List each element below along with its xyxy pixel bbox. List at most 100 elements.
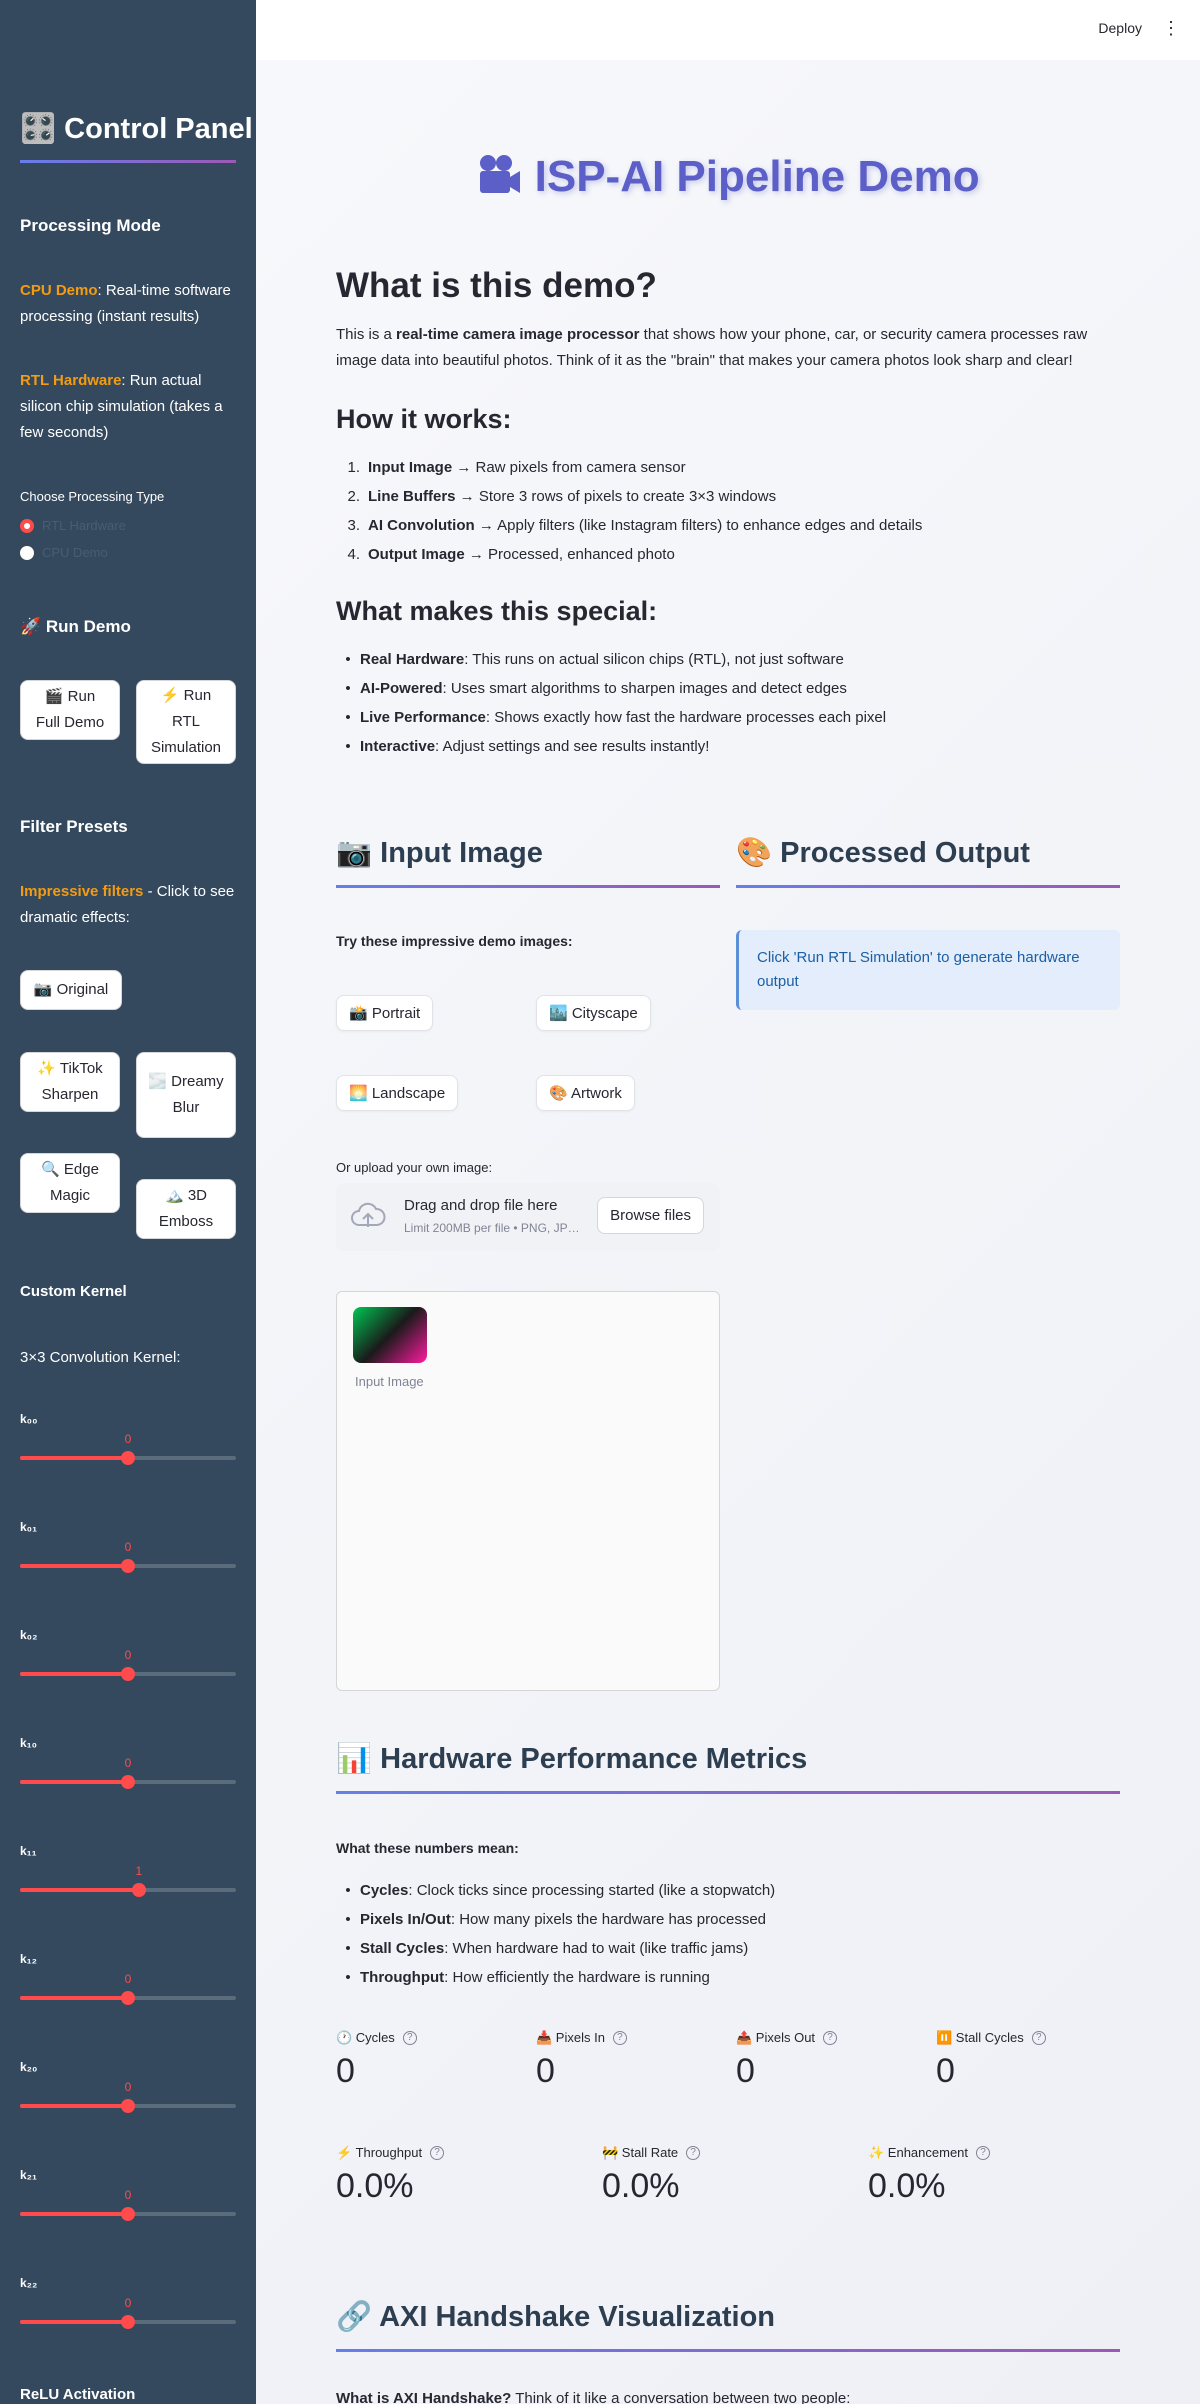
metrics-underline	[336, 1791, 1120, 1794]
metric-label: ⚡ Throughput?	[336, 2145, 445, 2161]
kernel-slider[interactable]	[20, 1559, 236, 1573]
kernel-value: 0	[124, 2188, 132, 2202]
list-item-bold: Line Buffers	[368, 488, 456, 505]
slider-thumb[interactable]	[121, 1667, 135, 1681]
help-icon[interactable]: ?	[612, 2031, 627, 2045]
list-item-bold: Cycles	[360, 1882, 409, 1899]
kernel-label: k₂₁	[20, 2168, 37, 2182]
list-item-rest: : When hardware had to wait (like traffi…	[444, 1940, 749, 1957]
slider-thumb[interactable]	[121, 2315, 135, 2329]
upload-label: Or upload your own image:	[336, 1160, 493, 1175]
list-item-text: Interactive: Adjust settings and see res…	[360, 732, 709, 761]
slider-thumb[interactable]	[121, 1775, 135, 1789]
slider-thumb[interactable]	[121, 1451, 135, 1465]
kernel-slider[interactable]	[20, 2099, 236, 2113]
kernel-slider[interactable]	[20, 2207, 236, 2221]
radio-unselected-icon	[20, 545, 34, 560]
list-item-bold: Stall Cycles	[360, 1940, 445, 1957]
help-icon[interactable]: ?	[976, 2146, 991, 2160]
list-number: 4.	[347, 546, 360, 563]
preset-emboss-button[interactable]: 🏔️ 3D Emboss	[136, 1179, 236, 1239]
deploy-button[interactable]: Deploy	[1098, 20, 1142, 36]
kernel-label: k₂₀	[20, 2060, 38, 2074]
input-image-container: Input Image	[336, 1291, 720, 1691]
radio-rtl-label: RTL Hardware	[42, 518, 126, 533]
slider-thumb[interactable]	[121, 2207, 135, 2221]
list-item: • Stall Cycles: When hardware had to wait…	[336, 1934, 775, 1963]
how-heading: How it works:	[336, 404, 512, 434]
what-p1-bold: real-time camera image processor	[396, 326, 640, 343]
metric-label-text: ⏸️ Stall Cycles	[936, 2030, 1024, 2045]
cloud-upload-icon	[351, 1202, 386, 1227]
slider-thumb[interactable]	[131, 1883, 146, 1897]
list-item-bold: Throughput	[360, 1969, 445, 1986]
file-uploader[interactable]: Drag and drop file here Limit 200MB per …	[336, 1183, 720, 1251]
slider-thumb[interactable]	[121, 1559, 135, 1573]
slider-thumb[interactable]	[121, 2099, 135, 2113]
metric-label-text: 🕐 Cycles	[336, 2030, 395, 2045]
kernel-slider[interactable]	[20, 1667, 236, 1681]
metric-label: ✨ Enhancement?	[868, 2145, 991, 2161]
bullet: •	[345, 738, 351, 755]
kernel-slider[interactable]	[20, 1451, 236, 1465]
metric-value: 0	[936, 2052, 955, 2090]
help-icon[interactable]: ?	[686, 2146, 701, 2160]
input-image-thumbnail[interactable]	[353, 1307, 427, 1363]
kernel-slider[interactable]	[20, 2315, 236, 2329]
demo-cityscape-button[interactable]: 🏙️ Cityscape	[536, 995, 651, 1031]
hero-title-text: ISP-AI Pipeline Demo	[534, 152, 980, 201]
list-item: 3. AI Convolution → Apply filters (like I…	[336, 511, 922, 540]
kernel-label: k₀₂	[20, 1628, 38, 1642]
preset-original-button[interactable]: 📷 Original	[20, 970, 122, 1010]
list-item-bold: Real Hardware	[360, 651, 465, 668]
demo-portrait-button[interactable]: 📸 Portrait	[336, 995, 434, 1031]
browse-files-button[interactable]: Browse files	[597, 1197, 704, 1234]
kernel-slider[interactable]	[20, 1883, 236, 1897]
list-item-text: Output Image → Processed, enhanced photo	[368, 540, 675, 569]
special-list: • Real Hardware: This runs on actual sili…	[336, 645, 886, 761]
preset-edge-button[interactable]: 🔍 Edge Magic	[20, 1153, 120, 1213]
list-item-rest: : How many pixels the hardware has proce…	[450, 1911, 767, 1928]
main-content: ISP-AI Pipeline Demo What is this demo? …	[256, 60, 1200, 2404]
list-item-text: Stall Cycles: When hardware had to wait …	[360, 1934, 748, 1963]
list-item-rest: : Adjust settings and see results instan…	[435, 738, 710, 755]
demo-landscape-button[interactable]: 🌅 Landscape	[336, 1075, 459, 1111]
help-icon[interactable]: ?	[430, 2146, 445, 2160]
help-icon[interactable]: ?	[823, 2031, 838, 2045]
radio-cpu[interactable]: CPU Demo	[20, 545, 108, 560]
kernel-slider[interactable]	[20, 1991, 236, 2005]
bullet: •	[345, 1969, 351, 1986]
metrics-list: • Cycles: Clock ticks since processing st…	[336, 1876, 775, 1992]
help-icon[interactable]: ?	[1031, 2031, 1046, 2045]
metric-label-text: 📥 Pixels In	[536, 2030, 605, 2045]
list-item-text: Line Buffers → Store 3 rows of pixels to…	[368, 482, 776, 511]
kernel-label: k₂₂	[20, 2276, 38, 2290]
run-full-demo-button[interactable]: 🎬 Run Full Demo	[20, 680, 120, 740]
more-menu-icon[interactable]: ⋮	[1162, 18, 1180, 39]
metrics-heading: 📊 Hardware Performance Metrics	[336, 1743, 808, 1775]
slider-thumb[interactable]	[121, 1991, 135, 2005]
metric-value: 0	[336, 2052, 355, 2090]
help-icon[interactable]: ?	[402, 2031, 417, 2045]
kernel-value: 0	[124, 2296, 132, 2310]
run-rtl-simulation-button[interactable]: ⚡ Run RTL Simulation	[136, 680, 236, 764]
list-item-text: AI Convolution → Apply filters (like Ins…	[368, 511, 922, 540]
demo-artwork-button[interactable]: 🎨 Artwork	[536, 1075, 635, 1111]
slider-fill	[20, 2104, 128, 2108]
special-heading: What makes this special:	[336, 596, 658, 626]
metrics-mean-label: What these numbers mean:	[336, 1840, 519, 1856]
list-item: • Real Hardware: This runs on actual sili…	[336, 645, 886, 674]
preset-dreamy-button[interactable]: 🌫️ Dreamy Blur	[136, 1052, 236, 1138]
radio-rtl[interactable]: RTL Hardware	[20, 518, 126, 533]
what-paragraph: This is a real-time camera image process…	[336, 322, 1126, 374]
list-item-bold: Interactive	[360, 738, 436, 755]
kernel-slider[interactable]	[20, 1775, 236, 1789]
list-item-rest: : How efficiently the hardware is runnin…	[444, 1969, 710, 1986]
sidebar: 🎛️ Control Panel Processing Mode CPU Dem…	[0, 0, 256, 2404]
list-item-text: Cycles: Clock ticks since processing sta…	[360, 1876, 775, 1905]
preset-tiktok-button[interactable]: ✨ TikTok Sharpen	[20, 1052, 120, 1112]
list-number: 1.	[347, 459, 360, 476]
movie-camera-icon	[480, 155, 521, 193]
list-item-text: Input Image → Raw pixels from camera sen…	[368, 453, 686, 482]
metric-label-text: 🚧 Stall Rate	[602, 2145, 679, 2160]
